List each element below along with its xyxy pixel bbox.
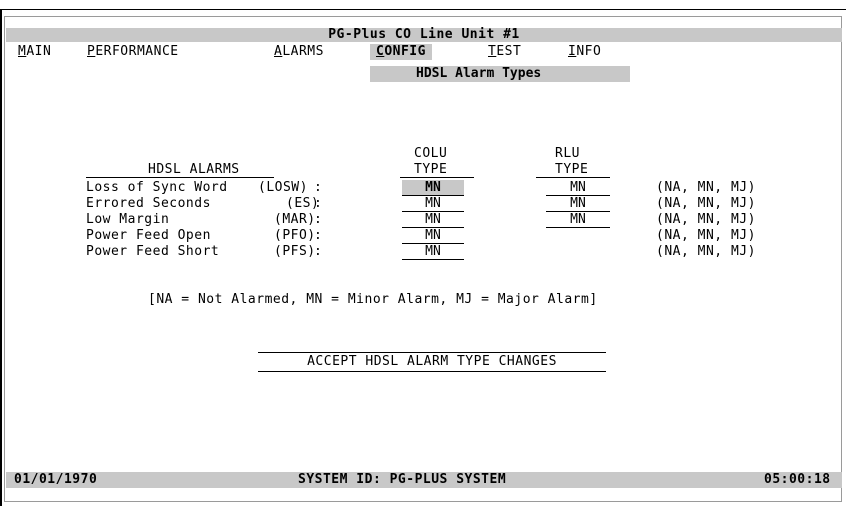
rlu-header-line2: TYPE <box>555 162 589 177</box>
colu-es-field[interactable]: MN <box>402 196 464 212</box>
colu-losw-field[interactable]: MN <box>402 180 464 196</box>
window-title: PG-Plus CO Line Unit #1 <box>328 27 520 42</box>
menu-main[interactable]: MAIN <box>18 44 51 60</box>
title-bar: PG-Plus CO Line Unit #1 <box>6 28 842 42</box>
row-mar-label: Low Margin <box>86 212 170 227</box>
row-es-label: Errored Seconds <box>86 196 211 211</box>
row-losw-label: Loss of Sync Word <box>86 180 228 195</box>
window-top-border <box>0 9 846 10</box>
status-date: 01/01/1970 <box>14 472 98 487</box>
status-time: 05:00:18 <box>764 472 831 487</box>
row-mar-abbr: (MAR) <box>274 212 316 227</box>
rlu-mar-field[interactable]: MN <box>546 212 610 228</box>
status-system-id: SYSTEM ID: PG-PLUS SYSTEM <box>298 472 507 487</box>
row-pfs-options: (NA, MN, MJ) <box>656 244 756 259</box>
menu-performance[interactable]: PERFORMANCE <box>87 44 179 60</box>
menu-info-label: NFO <box>576 44 602 59</box>
menu-test[interactable]: TEST <box>488 44 521 60</box>
rlu-es-field[interactable]: MN <box>546 196 610 212</box>
row-pfo-sep: : <box>314 228 323 243</box>
row-pfo-abbr: (PFO) <box>274 228 316 243</box>
rlu-header-line1: RLU <box>555 146 580 161</box>
menu-performance-label: ERFORMANCE <box>95 44 179 59</box>
row-es-sep: : <box>314 196 323 211</box>
colu-header-underline <box>400 177 474 178</box>
menu-main-label: AIN <box>26 44 52 59</box>
hdsl-alarms-header: HDSL ALARMS <box>148 162 240 177</box>
submenu-title: HDSL Alarm Types <box>416 66 542 81</box>
accept-changes-button[interactable]: ACCEPT HDSL ALARM TYPE CHANGES <box>258 352 606 372</box>
row-pfo-label: Power Feed Open <box>86 228 211 243</box>
hdsl-alarms-underline <box>86 177 274 178</box>
menu-info[interactable]: INFO <box>568 44 601 60</box>
rlu-losw-field[interactable]: MN <box>546 180 610 196</box>
colu-header-line1: COLU <box>414 146 448 161</box>
row-pfs-sep: : <box>314 244 323 259</box>
row-losw-options: (NA, MN, MJ) <box>656 180 756 195</box>
menu-config[interactable]: CONFIG <box>370 44 432 60</box>
row-mar-sep: : <box>314 212 323 227</box>
menu-alarms[interactable]: ALARMS <box>274 44 324 60</box>
rlu-header-underline <box>536 177 610 178</box>
row-mar-options: (NA, MN, MJ) <box>656 212 756 227</box>
menu-test-label: EST <box>496 44 522 59</box>
status-bar: 01/01/1970 SYSTEM ID: PG-PLUS SYSTEM 05:… <box>6 472 842 488</box>
colu-mar-field[interactable]: MN <box>402 212 464 228</box>
menu-alarms-label: LARMS <box>282 44 324 59</box>
row-es-options: (NA, MN, MJ) <box>656 196 756 211</box>
colu-header-line2: TYPE <box>414 162 448 177</box>
row-pfs-label: Power Feed Short <box>86 244 220 259</box>
menu-config-label: ONFIG <box>384 44 426 59</box>
row-losw-sep: : <box>314 180 323 195</box>
legend-text: [NA = Not Alarmed, MN = Minor Alarm, MJ … <box>148 292 598 307</box>
submenu-hdsl-alarm-types[interactable]: HDSL Alarm Types <box>370 66 630 82</box>
row-losw-abbr: (LOSW) <box>258 180 308 195</box>
row-pfs-abbr: (PFS) <box>274 244 316 259</box>
colu-pfs-field[interactable]: MN <box>402 244 464 260</box>
row-pfo-options: (NA, MN, MJ) <box>656 228 756 243</box>
window-left-border <box>0 9 2 506</box>
colu-pfo-field[interactable]: MN <box>402 228 464 244</box>
